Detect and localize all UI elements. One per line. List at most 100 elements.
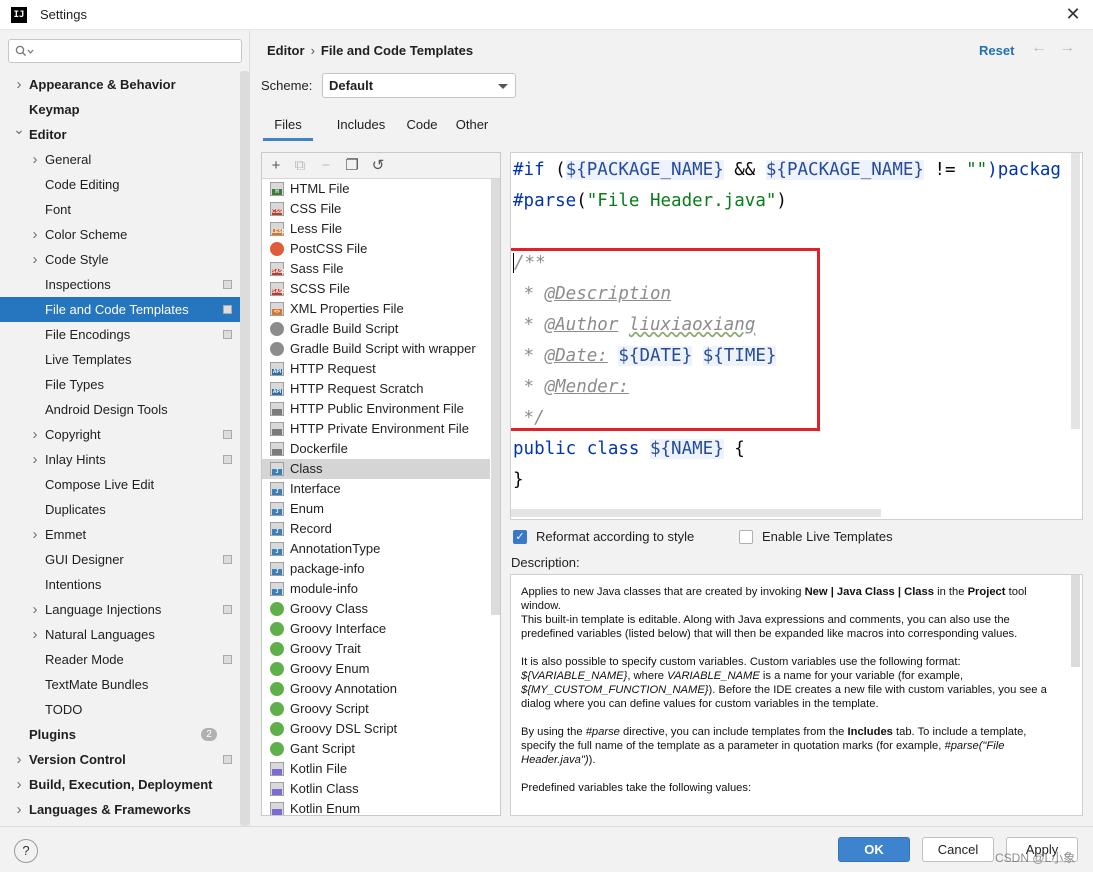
sidebar-item-inlay-hints[interactable]: › Inlay Hints <box>0 447 240 472</box>
sidebar-item-emmet[interactable]: › Emmet <box>0 522 240 547</box>
editor-vertical-scrollbar[interactable] <box>1071 153 1080 429</box>
ok-button[interactable]: OK <box>838 837 910 862</box>
editor-horizontal-scrollbar[interactable] <box>511 509 881 517</box>
sidebar-item-inspections[interactable]: Inspections <box>0 272 240 297</box>
template-item-dockerfile[interactable]: Dockerfile <box>262 439 490 459</box>
tab-files[interactable]: Files <box>263 113 313 141</box>
reformat-option[interactable]: ✓ Reformat according to style <box>513 528 723 546</box>
sidebar-item-file-and-code-templates[interactable]: File and Code Templates <box>0 297 240 322</box>
chevron-right-icon[interactable]: › <box>29 447 41 472</box>
sidebar-item-code-editing[interactable]: Code Editing <box>0 172 240 197</box>
template-item-groovy-trait[interactable]: Groovy Trait <box>262 639 490 659</box>
sidebar-item-copyright[interactable]: › Copyright <box>0 422 240 447</box>
help-icon[interactable]: ? <box>14 839 38 863</box>
sidebar-item-editor[interactable]: ⌄ Editor <box>0 121 240 147</box>
sidebar-item-android-design-tools[interactable]: Android Design Tools <box>0 397 240 422</box>
cancel-button[interactable]: Cancel <box>922 837 994 862</box>
template-item-gradle-build-script[interactable]: Gradle Build Script <box>262 319 490 339</box>
tab-code[interactable]: Code <box>403 113 441 141</box>
template-item-kotlin-file[interactable]: Kotlin File <box>262 759 490 779</box>
sidebar-item-code-style[interactable]: › Code Style <box>0 247 240 272</box>
chevron-right-icon[interactable]: › <box>29 422 41 447</box>
sidebar-item-plugins[interactable]: Plugins 2 <box>0 722 240 747</box>
template-item-groovy-annotation[interactable]: Groovy Annotation <box>262 679 490 699</box>
template-item-package-info[interactable]: Jpackage-info <box>262 559 490 579</box>
template-item-postcss-file[interactable]: PostCSS File <box>262 239 490 259</box>
template-item-css-file[interactable]: CSS CSS File <box>262 199 490 219</box>
sidebar-item-todo[interactable]: TODO <box>0 697 240 722</box>
template-item-sass-file[interactable]: SASS Sass File <box>262 259 490 279</box>
template-item-http-request[interactable]: API HTTP Request <box>262 359 490 379</box>
chevron-right-icon[interactable]: › <box>13 772 25 797</box>
chevron-right-icon[interactable]: › <box>29 522 41 547</box>
chevron-down-icon[interactable]: ⌄ <box>13 117 25 142</box>
template-item-kotlin-enum[interactable]: Kotlin Enum <box>262 799 490 815</box>
template-item-annotationtype[interactable]: J AnnotationType <box>262 539 490 559</box>
close-icon[interactable]: ✕ <box>1061 3 1085 25</box>
sidebar-item-languages-frameworks[interactable]: › Languages & Frameworks <box>0 797 240 822</box>
chevron-right-icon[interactable]: › <box>29 147 41 172</box>
sidebar-item-file-encodings[interactable]: File Encodings <box>0 322 240 347</box>
sidebar-item-textmate-bundles[interactable]: TextMate Bundles <box>0 672 240 697</box>
template-item-less-file[interactable]: LESS Less File <box>262 219 490 239</box>
duplicate-icon[interactable]: ❐ <box>342 156 362 176</box>
chevron-right-icon[interactable]: › <box>29 597 41 622</box>
sidebar-item-compose-live-edit[interactable]: Compose Live Edit <box>0 472 240 497</box>
add-icon[interactable]: + <box>266 156 286 176</box>
template-item-class[interactable]: J Class <box>262 459 490 479</box>
tab-other[interactable]: Other <box>449 113 495 141</box>
remove-icon[interactable]: − <box>316 156 336 176</box>
sidebar-item-file-types[interactable]: File Types <box>0 372 240 397</box>
reset-link[interactable]: Reset <box>979 43 1014 58</box>
chevron-right-icon[interactable]: › <box>29 247 41 272</box>
sidebar-item-font[interactable]: Font <box>0 197 240 222</box>
search-input[interactable] <box>8 39 242 63</box>
copy-template-icon[interactable]: ⧉ <box>290 156 310 176</box>
reformat-checkbox[interactable]: ✓ <box>513 530 527 544</box>
sidebar-item-reader-mode[interactable]: Reader Mode <box>0 647 240 672</box>
sidebar-item-duplicates[interactable]: Duplicates <box>0 497 240 522</box>
chevron-right-icon[interactable]: › <box>29 222 41 247</box>
sidebar-item-keymap[interactable]: Keymap <box>0 97 240 122</box>
template-item-groovy-class[interactable]: Groovy Class <box>262 599 490 619</box>
sidebar-scrollbar[interactable] <box>240 71 249 826</box>
template-item-gant-script[interactable]: Gant Script <box>262 739 490 759</box>
template-item-http-request-scratch[interactable]: API HTTP Request Scratch <box>262 379 490 399</box>
template-item-gradle-build-script-with-wrapper[interactable]: Gradle Build Script with wrapper <box>262 339 490 359</box>
sidebar-item-language-injections[interactable]: › Language Injections <box>0 597 240 622</box>
sidebar-item-color-scheme[interactable]: › Color Scheme <box>0 222 240 247</box>
sidebar-item-gui-designer[interactable]: GUI Designer <box>0 547 240 572</box>
sidebar-item-intentions[interactable]: Intentions <box>0 572 240 597</box>
sidebar-item-general[interactable]: › General <box>0 147 240 172</box>
chevron-right-icon[interactable]: › <box>13 747 25 772</box>
template-item-xml-properties-file[interactable]: <> XML Properties File <box>262 299 490 319</box>
breadcrumb-parent[interactable]: Editor <box>267 43 305 58</box>
template-item-groovy-interface[interactable]: Groovy Interface <box>262 619 490 639</box>
chevron-right-icon[interactable]: › <box>13 72 25 97</box>
sidebar-item-version-control[interactable]: › Version Control <box>0 747 240 772</box>
template-item-kotlin-class[interactable]: Kotlin Class <box>262 779 490 799</box>
template-item-interface[interactable]: J Interface <box>262 479 490 499</box>
live-templates-option[interactable]: Enable Live Templates <box>739 528 909 546</box>
sidebar-item-appearance-behavior[interactable]: › Appearance & Behavior <box>0 72 240 97</box>
reset-icon[interactable]: ↺ <box>368 156 388 176</box>
tab-includes[interactable]: Includes <box>321 113 401 141</box>
template-item-http-private-environment-file[interactable]: HTTP Private Environment File <box>262 419 490 439</box>
scheme-select[interactable]: Default <box>322 73 516 98</box>
template-editor[interactable]: #if (${PACKAGE_NAME} && ${PACKAGE_NAME} … <box>510 152 1083 520</box>
template-item-groovy-script[interactable]: Groovy Script <box>262 699 490 719</box>
forward-arrow-icon[interactable]: → <box>1059 39 1075 57</box>
template-item-groovy-enum[interactable]: Groovy Enum <box>262 659 490 679</box>
template-item-enum[interactable]: J Enum <box>262 499 490 519</box>
sidebar-item-build-execution-deployment[interactable]: › Build, Execution, Deployment <box>0 772 240 797</box>
template-item-scss-file[interactable]: SASS SCSS File <box>262 279 490 299</box>
template-item-html-file[interactable]: H HTML File <box>262 179 490 199</box>
template-item-groovy-dsl-script[interactable]: Groovy DSL Script <box>262 719 490 739</box>
sidebar-item-live-templates[interactable]: Live Templates <box>0 347 240 372</box>
live-templates-checkbox[interactable] <box>739 530 753 544</box>
back-arrow-icon[interactable]: ← <box>1031 39 1047 57</box>
chevron-right-icon[interactable]: › <box>29 622 41 647</box>
description-scrollbar[interactable] <box>1071 575 1080 667</box>
template-item-module-info[interactable]: Jmodule-info <box>262 579 490 599</box>
sidebar-item-natural-languages[interactable]: › Natural Languages <box>0 622 240 647</box>
